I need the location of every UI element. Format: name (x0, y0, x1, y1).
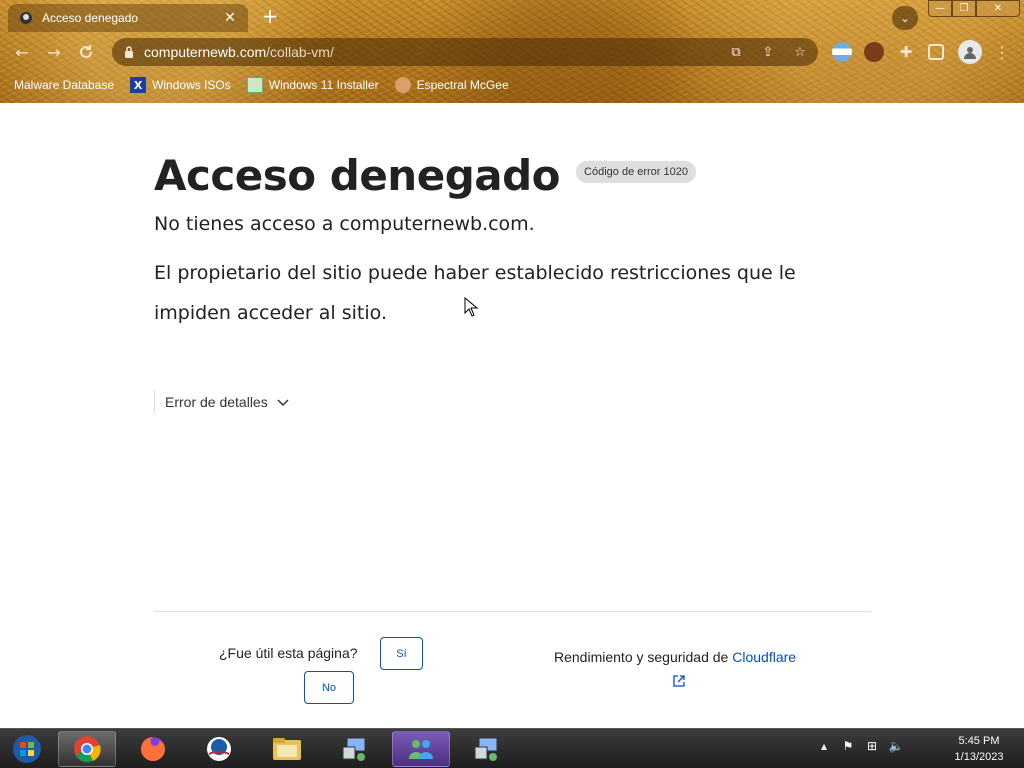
bookmark-star-icon[interactable]: ☆ (790, 42, 810, 62)
bookmark-label: Windows ISOs (152, 78, 231, 92)
extensions-puzzle-icon[interactable]: ✚ (896, 42, 916, 62)
restriction-message: El propietario del sitio puede haber est… (154, 262, 796, 324)
network-computer-icon (342, 737, 366, 761)
tab-search-button[interactable]: ⌄ (892, 6, 918, 30)
performance-prefix: Rendimiento y seguridad de (554, 649, 733, 665)
flag-extension-icon[interactable] (832, 42, 852, 62)
window-close-button[interactable]: ✕ (976, 0, 1020, 17)
network-computer-icon (474, 737, 498, 761)
lock-icon[interactable] (122, 45, 136, 59)
reload-button[interactable] (74, 40, 98, 64)
feedback-question: ¿Fue útil esta página? (219, 645, 358, 661)
error-details-toggle[interactable]: Error de detalles (154, 390, 290, 414)
clock-date: 1/13/2023 (954, 751, 1004, 763)
taskbar-firefox[interactable] (124, 731, 182, 767)
bookmark-label: Windows 11 Installer (268, 78, 379, 92)
avatar-extension-icon[interactable] (864, 42, 884, 62)
start-button[interactable] (2, 731, 52, 767)
browser-chrome: Acceso denegado ✕ + ⌄ — ❐ ✕ ← → computer… (0, 0, 1024, 103)
avatar-icon (394, 77, 411, 93)
profile-icon[interactable] (958, 40, 982, 64)
bookmark-windows-isos[interactable]: X Windows ISOs (130, 77, 231, 93)
bookmark-label: Malware Database (14, 78, 115, 92)
x-icon: X (130, 77, 147, 93)
forward-button[interactable]: → (42, 40, 66, 64)
browser-tab[interactable]: Acceso denegado ✕ (8, 4, 248, 32)
taskbar-explorer[interactable] (258, 731, 316, 767)
cloudflare-link[interactable]: Cloudflare (732, 649, 796, 665)
system-tray: ▴ ⚑ ⊞ 🔈 (816, 739, 904, 753)
url-text: computernewb.com/collab-vm/ (144, 44, 334, 60)
feedback-no-button[interactable]: No (304, 671, 354, 704)
network-icon[interactable]: ⊞ (864, 739, 880, 753)
reload-icon (80, 45, 93, 59)
window-minimize-button[interactable]: — (928, 0, 952, 17)
url-host: computernewb.com (144, 44, 267, 60)
bookmark-label: Espectral McGee (416, 78, 509, 92)
url-path: /collab-vm/ (266, 44, 334, 60)
side-panel-icon[interactable] (928, 44, 944, 60)
action-center-flag-icon[interactable]: ⚑ (840, 739, 856, 753)
share-icon[interactable]: ⇪ (758, 42, 778, 62)
address-bar[interactable]: computernewb.com/collab-vm/ ⧉ ⇪ ☆ (112, 38, 818, 66)
tab-title: Acceso denegado (42, 11, 139, 25)
error-code-badge: Código de error 1020 (576, 160, 696, 183)
folder-icon (273, 738, 301, 760)
translate-icon[interactable]: ⧉ (726, 42, 746, 62)
performance-credit: Rendimiento y seguridad de Cloudflare (554, 649, 796, 665)
taskbar-chrome[interactable] (58, 731, 116, 767)
new-tab-button[interactable]: + (260, 6, 280, 28)
error-details-label: Error de detalles (165, 394, 268, 410)
page-title: Acceso denegado (154, 151, 561, 200)
taskbar: ▴ ⚑ ⊞ 🔈 5:45 PM 1/13/2023 (0, 728, 1024, 768)
access-message: No tienes acceso a computernewb.com. (154, 213, 535, 235)
messenger-users-icon (409, 740, 433, 759)
taskbar-obama-app[interactable] (190, 731, 248, 767)
clock[interactable]: 5:45 PM 1/13/2023 (944, 733, 1014, 765)
taskbar-network-app-2[interactable] (458, 731, 516, 767)
tab-close-icon[interactable]: ✕ (222, 10, 238, 26)
page-content: Acceso denegado Código de error 1020 No … (0, 103, 1024, 728)
image-icon (246, 77, 263, 93)
volume-icon[interactable]: 🔈 (888, 739, 904, 753)
mouse-cursor-icon (464, 297, 478, 317)
start-orb-icon (13, 735, 41, 763)
menu-kebab-icon[interactable]: ⋮ (992, 42, 1012, 62)
back-button[interactable]: ← (10, 40, 34, 64)
bookmark-espectral-mcgee[interactable]: Espectral McGee (394, 77, 509, 93)
cloudflare-favicon-icon (18, 10, 34, 26)
clock-time: 5:45 PM (958, 735, 1000, 747)
feedback-yes-button[interactable]: Sí (380, 637, 423, 670)
taskbar-network-app[interactable] (326, 731, 384, 767)
chevron-down-icon (277, 399, 289, 407)
taskbar-messenger[interactable] (392, 731, 450, 767)
footer-divider (154, 611, 871, 612)
bookmarks-bar: Malware Database X Windows ISOs Windows … (0, 74, 1024, 96)
show-hidden-icons-icon[interactable]: ▴ (816, 739, 832, 753)
window-restore-button[interactable]: ❐ (952, 0, 976, 17)
chrome-icon (74, 736, 101, 763)
bookmark-windows-11-installer[interactable]: Windows 11 Installer (246, 77, 379, 93)
campaign-logo-icon (207, 737, 231, 761)
bookmark-malware-database[interactable]: Malware Database (14, 78, 114, 92)
external-link-icon[interactable] (672, 674, 686, 688)
firefox-icon (141, 737, 165, 761)
